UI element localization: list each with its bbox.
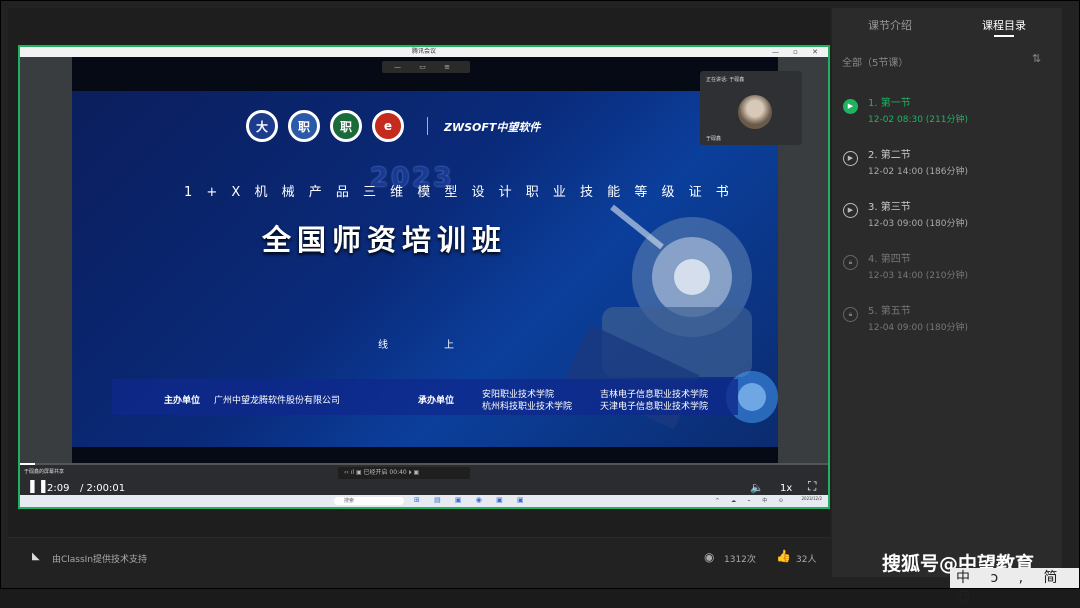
window-frame [0, 0, 1080, 589]
app: 腾讯会议 — ▫ ✕ — ▭ ≡ 大 职 职 e ZWSOFT中望软件 2023… [0, 0, 1080, 606]
